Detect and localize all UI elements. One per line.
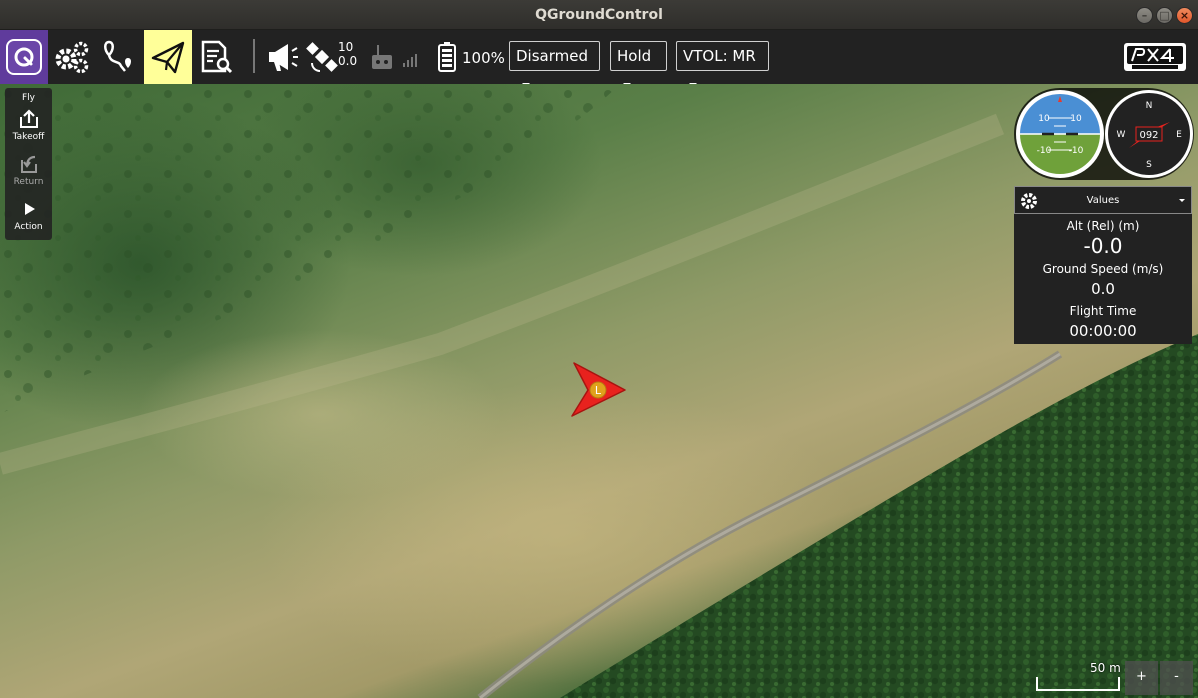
- plan-view-button[interactable]: [98, 30, 142, 84]
- pitch-down-left: -10: [1037, 146, 1052, 156]
- battery-percent: 100%: [462, 49, 505, 67]
- flight-mode-label: Hold: [617, 47, 652, 65]
- vtol-mode-label: VTOL: MR: [683, 47, 756, 65]
- gps-hdop: 0.0: [338, 54, 358, 68]
- satellite-count: 10: [338, 40, 354, 54]
- vehicle-marker-label: L: [595, 384, 602, 397]
- play-icon: [24, 203, 35, 215]
- maximize-button[interactable]: □: [1156, 7, 1173, 24]
- values-widget-header[interactable]: Values: [1014, 186, 1192, 214]
- map-scale-bar: [1036, 677, 1120, 691]
- px4-autopilot-logo: [1124, 43, 1186, 71]
- rssi-bars-icon: [403, 54, 417, 67]
- qgc-logo-icon: [6, 39, 42, 75]
- map-scale-label: 50 m: [1090, 661, 1121, 675]
- zoom-in-button[interactable]: +: [1125, 661, 1158, 695]
- fly-tool-strip: Fly Takeoff Return Action: [5, 88, 52, 240]
- battery-icon[interactable]: [437, 41, 457, 73]
- compass-heading: 092: [1139, 130, 1158, 141]
- gps-readout: 10 0.0: [338, 40, 357, 68]
- main-toolbar: 10 0.0 100% Disarmed Hold VTOL: MR: [0, 30, 1198, 87]
- gps-satellite-icon[interactable]: [306, 41, 338, 73]
- analyze-view-button[interactable]: [194, 30, 238, 84]
- close-button[interactable]: ×: [1176, 7, 1193, 24]
- ground-speed-label: Ground Speed (m/s): [1042, 262, 1164, 276]
- vehicle-setup-button[interactable]: [50, 30, 94, 84]
- flight-time-label: Flight Time: [1069, 304, 1137, 318]
- minimize-button[interactable]: –: [1136, 7, 1153, 24]
- return-icon: [20, 155, 37, 173]
- takeoff-button[interactable]: Takeoff: [5, 108, 52, 142]
- qgc-menu-button[interactable]: [0, 30, 48, 84]
- analyze-document-icon: [201, 40, 233, 74]
- window-title: QGroundControl: [535, 7, 663, 23]
- paper-plane-icon: [151, 41, 185, 74]
- attitude-indicator: 10 10 -10 -10: [1016, 90, 1104, 178]
- takeoff-label: Takeoff: [12, 132, 45, 142]
- compass-indicator: N S W E 092: [1105, 90, 1193, 178]
- zoom-out-button[interactable]: -: [1160, 661, 1193, 695]
- takeoff-icon: [19, 109, 38, 128]
- flight-time-value: 00:00:00: [1069, 322, 1137, 340]
- flight-mode-dropdown[interactable]: Hold: [610, 41, 667, 87]
- compass-n: N: [1146, 101, 1153, 111]
- gears-icon: [55, 41, 89, 74]
- plan-route-icon: [104, 40, 131, 72]
- compass-s: S: [1146, 160, 1152, 170]
- return-label: Return: [13, 177, 44, 187]
- toolbar-separator: [253, 39, 255, 73]
- values-widget: Alt (Rel) (m) -0.0 Ground Speed (m/s) 0.…: [1014, 214, 1192, 344]
- rc-transmitter-icon[interactable]: [370, 41, 394, 73]
- title-bar: QGroundControl – □ ×: [0, 0, 1198, 30]
- values-widget-title: Values: [1086, 195, 1120, 206]
- pitch-up-left: 10: [1038, 114, 1050, 124]
- fly-view-button[interactable]: [144, 30, 192, 84]
- pitch-down-right: -10: [1069, 146, 1084, 156]
- action-label: Action: [14, 222, 43, 232]
- chevron-down-icon[interactable]: [1179, 199, 1185, 202]
- megaphone-icon[interactable]: [266, 41, 300, 73]
- compass-w: W: [1117, 130, 1126, 140]
- compass-e: E: [1176, 130, 1182, 140]
- vtol-mode-dropdown[interactable]: VTOL: MR: [676, 41, 769, 87]
- tool-fly-label: Fly: [21, 93, 35, 103]
- ground-speed-value: 0.0: [1091, 280, 1115, 298]
- pitch-up-right: 10: [1070, 114, 1082, 124]
- alt-label: Alt (Rel) (m): [1066, 219, 1140, 233]
- arm-state-label: Disarmed: [516, 47, 588, 65]
- arm-state-dropdown[interactable]: Disarmed: [509, 41, 600, 87]
- instrument-panel: 10 10 -10 -10 N S W E 092: [1014, 88, 1194, 180]
- action-button[interactable]: Action: [5, 200, 52, 232]
- return-button[interactable]: Return: [5, 153, 52, 187]
- vehicle-arrow-icon[interactable]: L: [566, 360, 630, 420]
- alt-value: -0.0: [1083, 234, 1123, 258]
